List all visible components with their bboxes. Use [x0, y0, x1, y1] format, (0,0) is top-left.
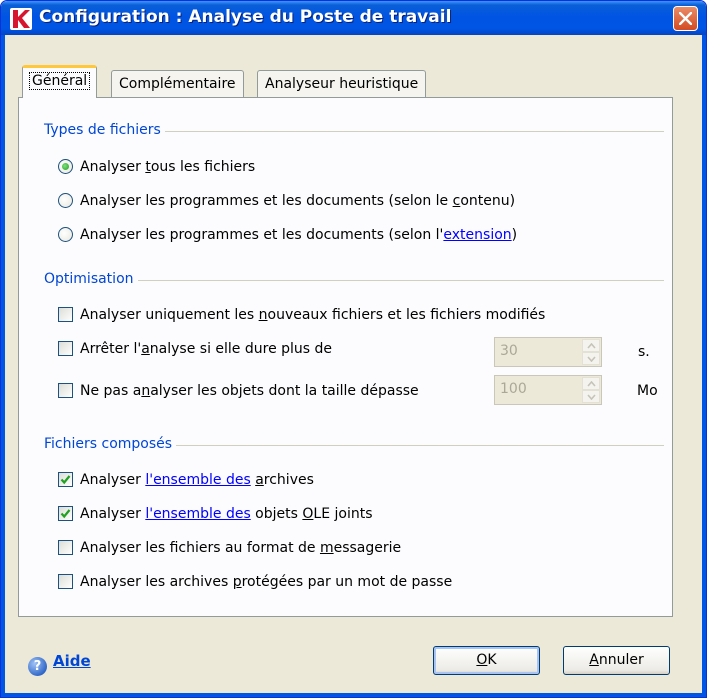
tab-complementaire-label: Complémentaire	[119, 76, 236, 92]
group-title-compound-files: Fichiers composés	[40, 436, 177, 452]
checkbox-new-files-only[interactable]: Analyser uniquement les nouveaux fichier…	[58, 307, 545, 329]
tab-general-label: Général	[28, 72, 91, 90]
help-question-icon: ?	[28, 657, 47, 676]
checkbox-unchecked-icon	[58, 307, 73, 322]
chevron-down-icon	[587, 356, 596, 362]
group-title-file-types: Types de fichiers	[40, 122, 165, 138]
tab-analyseur-heuristique-label: Analyseur heuristique	[265, 76, 419, 92]
window-frame-left	[1, 35, 5, 697]
chevron-down-icon	[587, 394, 596, 400]
radio-scan-all-files[interactable]: Analyser tous les fichiers	[58, 159, 255, 181]
close-icon	[679, 12, 692, 25]
close-button[interactable]	[673, 6, 698, 31]
chevron-up-icon	[587, 343, 596, 349]
duration-unit: s.	[638, 344, 650, 360]
checkbox-unchecked-icon	[58, 341, 73, 356]
extension-link[interactable]: extension	[443, 227, 511, 243]
checkbox-stop-scan-duration[interactable]: Arrêter l'analyse si elle dure plus de	[58, 341, 332, 363]
window-frame-bottom	[1, 693, 706, 697]
size-value: 100	[500, 381, 527, 397]
checkbox-scan-protected-archives[interactable]: Analyser les archives protégées par un m…	[58, 574, 452, 596]
duration-spinbox[interactable]: 30	[494, 337, 602, 367]
checkbox-unchecked-icon	[58, 540, 73, 555]
radio-selected-icon	[58, 159, 73, 174]
checkbox-unchecked-icon	[58, 574, 73, 589]
window-title: Configuration : Analyse du Poste de trav…	[39, 7, 452, 27]
group-title-optimisation: Optimisation	[40, 271, 138, 287]
spin-up-button[interactable]	[582, 339, 600, 352]
window-frame-right	[702, 35, 706, 697]
tab-complementaire[interactable]: Complémentaire	[111, 70, 244, 97]
checkbox-unchecked-icon	[58, 383, 73, 398]
title-bar[interactable]: Configuration : Analyse du Poste de trav…	[1, 1, 706, 35]
ole-set-link[interactable]: l'ensemble des	[145, 506, 250, 522]
help-label[interactable]: Aide	[53, 652, 91, 670]
spin-down-button[interactable]	[582, 390, 600, 403]
ok-button[interactable]: OK	[433, 646, 540, 675]
archives-set-link[interactable]: l'ensemble des	[145, 472, 250, 488]
size-spinbox[interactable]: 100	[494, 375, 602, 405]
checkbox-scan-mail-format[interactable]: Analyser les fichiers au format de messa…	[58, 540, 401, 562]
radio-unselected-icon	[58, 227, 73, 242]
checkbox-scan-ole[interactable]: Analyser l'ensemble des objets OLE joint…	[58, 506, 373, 528]
radio-scan-by-extension[interactable]: Analyser les programmes et les documents…	[58, 227, 517, 249]
duration-value: 30	[500, 343, 518, 359]
checkbox-checked-icon	[58, 506, 73, 521]
spin-down-button[interactable]	[582, 352, 600, 365]
tab-general[interactable]: Général	[22, 65, 98, 98]
configuration-dialog: Configuration : Analyse du Poste de trav…	[0, 0, 707, 698]
spin-up-button[interactable]	[582, 377, 600, 390]
checkbox-scan-archives[interactable]: Analyser l'ensemble des archives	[58, 472, 314, 494]
help-link[interactable]: ? Aide	[28, 652, 91, 676]
kaspersky-k-icon	[10, 8, 32, 30]
radio-unselected-icon	[58, 193, 73, 208]
chevron-up-icon	[587, 381, 596, 387]
size-unit: Mo	[637, 383, 658, 399]
checkbox-checked-icon	[58, 472, 73, 487]
tab-panel-general: Types de fichiers Analyser tous les fich…	[18, 97, 673, 617]
checkbox-max-size[interactable]: Ne pas analyser les objets dont la taill…	[58, 383, 419, 405]
cancel-button[interactable]: Annuler	[563, 646, 670, 675]
radio-scan-by-content[interactable]: Analyser les programmes et les documents…	[58, 193, 515, 215]
tab-analyseur-heuristique[interactable]: Analyseur heuristique	[257, 70, 427, 97]
